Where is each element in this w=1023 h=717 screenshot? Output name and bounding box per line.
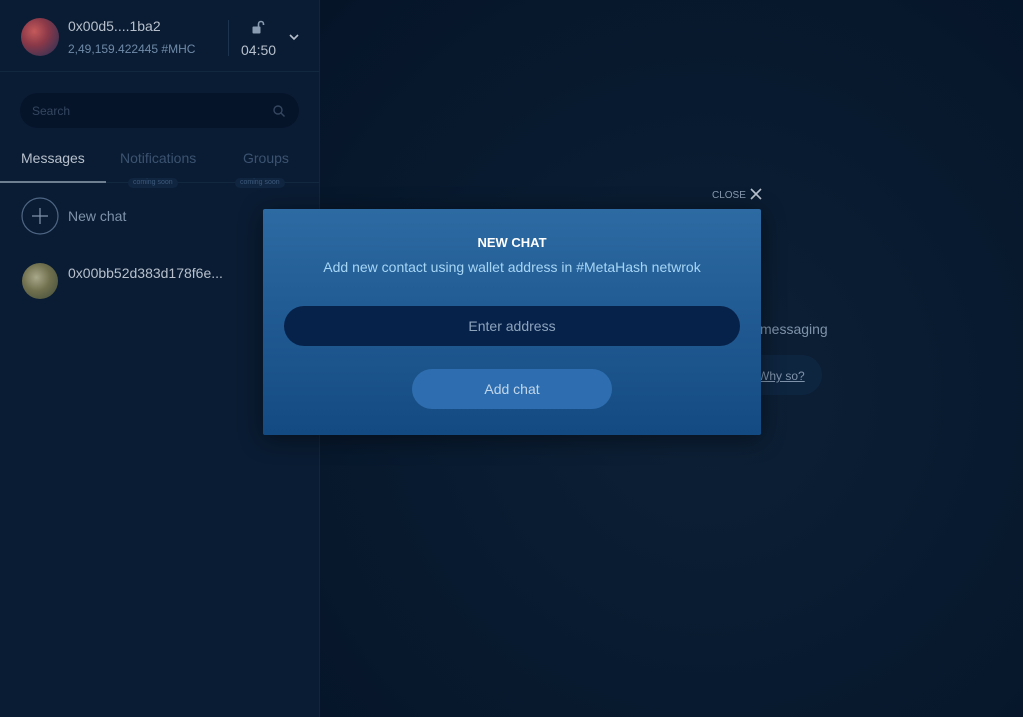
why-so-link[interactable]: Why so? bbox=[758, 369, 805, 383]
wallet-balance: 2,49,159.422445 #MHC bbox=[68, 42, 196, 56]
tab-notifications[interactable]: Notifications bbox=[120, 150, 196, 166]
chat-name: 0x00bb52d383d178f6e... bbox=[68, 265, 223, 281]
new-chat-label: New chat bbox=[68, 208, 127, 224]
add-chat-button[interactable]: Add chat bbox=[412, 369, 612, 409]
close-label: CLOSE bbox=[712, 190, 746, 201]
tab-messages[interactable]: Messages bbox=[21, 150, 85, 166]
session-timer: 04:50 bbox=[241, 42, 277, 58]
active-tab-indicator bbox=[0, 181, 106, 183]
plus-icon bbox=[21, 197, 59, 235]
avatar[interactable] bbox=[21, 18, 59, 56]
profile-header: 0x00d5....1ba2 2,49,159.422445 #MHC 04:5… bbox=[0, 0, 320, 72]
wallet-address[interactable]: 0x00d5....1ba2 bbox=[68, 18, 161, 34]
search-icon[interactable] bbox=[272, 104, 286, 118]
main-info-text: messaging bbox=[760, 321, 828, 337]
search-input[interactable] bbox=[32, 93, 262, 128]
avatar bbox=[22, 263, 58, 299]
close-button[interactable]: CLOSE bbox=[712, 186, 764, 204]
new-chat-modal: NEW CHAT Add new contact using wallet ad… bbox=[263, 209, 761, 435]
modal-title: NEW CHAT bbox=[477, 235, 547, 250]
coming-soon-badge: coming soon bbox=[128, 178, 178, 188]
tab-groups[interactable]: Groups bbox=[243, 150, 289, 166]
modal-subtitle: Add new contact using wallet address in … bbox=[323, 259, 701, 275]
search-box bbox=[20, 93, 299, 128]
close-icon bbox=[750, 188, 762, 200]
coming-soon-badge: coming soon bbox=[235, 178, 285, 188]
profile-divider bbox=[228, 20, 229, 56]
address-input[interactable] bbox=[284, 306, 740, 346]
chevron-down-icon[interactable] bbox=[287, 30, 301, 44]
unlock-icon[interactable] bbox=[251, 20, 265, 34]
new-chat-button[interactable]: New chat bbox=[21, 197, 201, 235]
